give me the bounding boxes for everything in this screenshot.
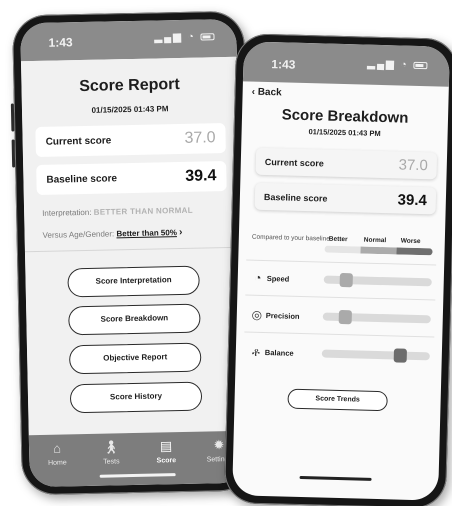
page-title: Score Breakdown <box>281 106 409 127</box>
wifi-icon: ◔ <box>187 31 196 43</box>
score-history-button[interactable]: Score History <box>69 381 203 414</box>
interpretation-label: Interpretation: <box>42 207 92 218</box>
metric-row-speed: ◔ Speed <box>251 270 433 291</box>
current-score-card: Current score 37.0 <box>35 123 226 158</box>
baseline-score-label: Baseline score <box>46 173 118 186</box>
balance-label: Balance <box>264 348 294 358</box>
compared-label: Compared to your baseline <box>251 233 330 243</box>
precision-slider-thumb <box>338 309 352 325</box>
phone-score-breakdown: 1:43 ▂▄▆ ◔ ‹ Back Score Breakdown 01/15/… <box>223 33 452 506</box>
speed-slider-thumb <box>339 272 353 288</box>
tab-score-label: Score <box>156 457 177 465</box>
precision-track <box>322 309 431 325</box>
home-icon: ⌂ <box>52 440 62 456</box>
tab-score[interactable]: ▤ Score <box>144 438 189 465</box>
score-breakdown-button[interactable]: Score Breakdown <box>68 303 201 336</box>
speed-track <box>323 272 432 288</box>
page-title: Score Report <box>79 75 180 96</box>
legend-better: Better <box>328 235 348 244</box>
score-report-content: Score Report 01/15/2025 01:43 PM Current… <box>20 56 245 436</box>
tab-tests-label: Tests <box>103 458 120 466</box>
speed-label: Speed <box>266 274 290 284</box>
signal-icon: ▂▄▆ <box>367 58 396 71</box>
tab-bar: ⌂ Home 🚶︎ Tests ▤ Score ✹ Settings <box>28 430 246 488</box>
current-score-value: 37.0 <box>398 156 429 175</box>
legend-segment-better <box>324 245 361 254</box>
tab-home-label: Home <box>47 459 67 467</box>
home-indicator <box>99 473 176 478</box>
divider <box>24 246 241 253</box>
back-label: Back <box>257 86 282 99</box>
versus-label: Versus Age/Gender: <box>42 229 115 240</box>
current-score-label: Current score <box>264 156 324 169</box>
current-score-card: Current score 37.0 <box>255 147 438 180</box>
legend-bar <box>324 245 433 256</box>
score-trends-button[interactable]: Score Trends <box>287 388 388 412</box>
status-icons: ▂▄▆ ◔ <box>154 31 215 44</box>
wifi-icon: ◔ <box>400 59 409 71</box>
versus-line: Versus Age/Gender: Better than 50% › <box>42 227 183 241</box>
baseline-score-value: 39.4 <box>397 191 428 210</box>
speed-icon: ◔ <box>253 270 262 285</box>
phone-score-report: 1:43 ▂▄▆ ◔ Score Report 01/15/2025 01:43… <box>10 10 255 496</box>
legend-segment-normal <box>360 246 397 255</box>
volume-up-button <box>10 103 15 132</box>
baseline-score-card: Baseline score 39.4 <box>254 182 437 215</box>
current-score-value: 37.0 <box>184 129 216 147</box>
status-bar: 1:43 ▂▄▆ ◔ <box>242 41 450 87</box>
divider <box>244 331 435 338</box>
balance-track <box>321 348 430 363</box>
interpretation-value: BETTER THAN NORMAL <box>93 205 193 217</box>
precision-label: Precision <box>265 311 300 321</box>
status-bar: 1:43 ▂▄▆ ◔ <box>20 18 237 62</box>
legend-normal: Normal <box>363 236 387 245</box>
current-score-label: Current score <box>45 135 112 148</box>
metric-row-precision: ◎ Precision <box>250 307 432 328</box>
status-icons: ▂▄▆ ◔ <box>367 58 428 72</box>
back-button[interactable]: ‹ Back <box>252 87 282 99</box>
balance-figure-icon: ቶ <box>251 344 260 359</box>
score-interpretation-button[interactable]: Score Interpretation <box>67 265 200 298</box>
versus-link[interactable]: Better than 50% <box>116 228 177 238</box>
chevron-left-icon: ‹ <box>251 86 256 98</box>
legend-segment-worse <box>396 247 433 256</box>
baseline-score-value: 39.4 <box>185 167 217 185</box>
screen-score-report: 1:43 ▂▄▆ ◔ Score Report 01/15/2025 01:43… <box>20 18 246 488</box>
chevron-right-icon[interactable]: › <box>179 227 183 238</box>
breakdown-date: 01/15/2025 01:43 PM <box>308 127 381 138</box>
interpretation-line: Interpretation: BETTER THAN NORMAL <box>42 206 193 218</box>
score-document-icon: ▤ <box>159 438 173 454</box>
status-time: 1:43 <box>48 35 73 50</box>
battery-icon <box>413 61 428 70</box>
walking-person-icon: 🚶︎ <box>102 439 120 455</box>
balance-slider-thumb <box>393 348 407 363</box>
baseline-score-label: Baseline score <box>263 191 328 204</box>
baseline-score-card: Baseline score 39.4 <box>36 161 227 196</box>
tab-tests[interactable]: 🚶︎ Tests <box>89 439 134 466</box>
divider <box>245 294 436 301</box>
signal-icon: ▂▄▆ <box>154 31 184 44</box>
battery-icon <box>200 33 215 41</box>
screen-score-breakdown: 1:43 ▂▄▆ ◔ ‹ Back Score Breakdown 01/15/… <box>232 41 450 501</box>
precision-target-icon: ◎ <box>251 307 263 322</box>
status-time: 1:43 <box>271 57 296 72</box>
tab-home[interactable]: ⌂ Home <box>35 440 80 467</box>
divider <box>246 259 437 266</box>
objective-report-button[interactable]: Objective Report <box>68 342 202 375</box>
home-indicator <box>299 475 372 481</box>
legend-worse: Worse <box>400 237 421 246</box>
volume-down-button <box>11 139 16 168</box>
metric-row-balance: ቶ Balance <box>249 344 431 365</box>
report-date: 01/15/2025 01:43 PM <box>91 104 169 115</box>
